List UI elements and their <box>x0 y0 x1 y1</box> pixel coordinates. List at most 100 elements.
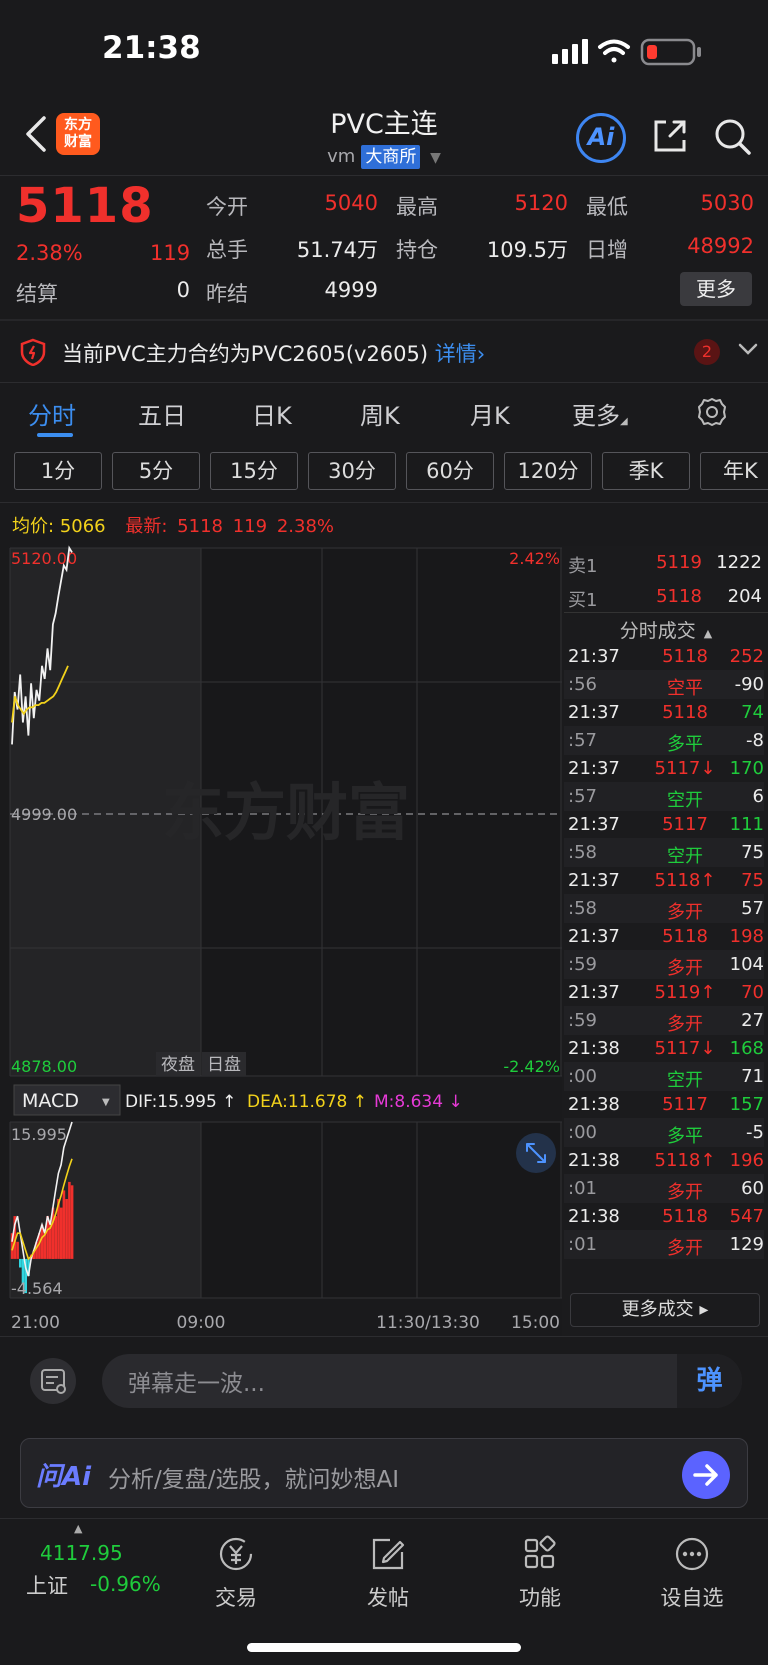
notice-details-link[interactable]: 详情› <box>435 342 485 366</box>
open-interest-value: 109.5万 <box>486 238 568 262</box>
ask1-label: 卖1 <box>568 556 598 577</box>
avg-price-label: 均价: <box>12 516 55 537</box>
macd-bar <box>43 1233 47 1259</box>
ask-ai-send-button[interactable] <box>682 1451 730 1499</box>
tick-time: :57 <box>568 730 597 751</box>
prev-settle-label: 昨结 <box>206 282 248 306</box>
tick-time: 21:37 <box>568 646 620 667</box>
tick-price: 多开 <box>667 958 703 979</box>
nav-features[interactable]: 功能 <box>490 1534 590 1612</box>
ask-ai-placeholder: 分析/复盘/选股，就问妙想AI <box>108 1467 400 1493</box>
search-icon[interactable] <box>712 116 752 156</box>
latest-change: 119 <box>232 516 268 537</box>
danmaku-settings-button[interactable] <box>30 1358 76 1404</box>
more-trades-button[interactable]: 更多成交 ▸ <box>570 1293 760 1327</box>
index-name[interactable]: 上证 <box>26 1570 68 1600</box>
volume-label: 总手 <box>206 238 248 262</box>
tick-row: :00 空开 71 <box>564 1062 764 1091</box>
tab-1min[interactable]: 1分 <box>14 452 102 490</box>
tick-volume: 27 <box>741 1010 764 1031</box>
tick-time: :57 <box>568 786 597 807</box>
ticks-title-label: 分时成交 <box>619 620 696 642</box>
tick-row: :57 多平 -8 <box>564 726 764 755</box>
settings-gear-icon[interactable] <box>696 396 728 428</box>
ai-button[interactable]: Ai <box>576 113 626 163</box>
tab-year-k[interactable]: 年K <box>700 452 768 490</box>
tab-5min[interactable]: 5分 <box>112 452 200 490</box>
share-icon[interactable] <box>650 116 690 156</box>
tab-daily-k[interactable]: 日K <box>252 396 292 431</box>
tab-monthly-k[interactable]: 月K <box>470 396 510 431</box>
tick-row: 21:37 5118↑ 75 <box>564 866 764 895</box>
low-value: 5030 <box>700 191 754 215</box>
tab-60min[interactable]: 60分 <box>406 452 494 490</box>
tab-120min[interactable]: 120分 <box>504 452 592 490</box>
tick-volume: 170 <box>729 758 764 779</box>
nav-watchlist[interactable]: 设自选 <box>642 1534 742 1612</box>
nav-trade-label: 交易 <box>215 1586 257 1610</box>
tick-price: 5118↑ <box>654 870 716 891</box>
more-dots-icon <box>675 1537 709 1571</box>
chevron-down-icon[interactable] <box>738 342 758 356</box>
tick-row: :57 空开 6 <box>564 782 764 811</box>
macd-bar <box>19 1258 22 1268</box>
latest-value: 5118 <box>177 516 223 537</box>
tab-30min[interactable]: 30分 <box>308 452 396 490</box>
settle-label: 结算 <box>16 282 58 306</box>
tick-row: 21:38 5118↑ 196 <box>564 1146 764 1175</box>
tick-row: 21:38 5117 157 <box>564 1090 764 1119</box>
tick-price: 5117 <box>662 1094 708 1115</box>
tick-volume: 6 <box>752 786 764 807</box>
more-quote-button[interactable]: 更多 <box>680 272 752 306</box>
tick-row: 21:37 5119↑ 70 <box>564 978 764 1007</box>
orderbook-divider <box>564 612 768 613</box>
tick-volume: -90 <box>734 674 764 695</box>
tick-price: 5117↓ <box>654 1038 716 1059</box>
trade-yuan-icon <box>219 1537 253 1571</box>
tick-time: 21:37 <box>568 926 620 947</box>
volume-value: 51.74万 <box>296 238 378 262</box>
tick-price: 多平 <box>667 734 703 755</box>
tick-row: :58 多开 57 <box>564 894 764 923</box>
tab-five-day[interactable]: 五日 <box>138 396 186 431</box>
daily-increase-value: 48992 <box>687 234 754 258</box>
high-label: 最高 <box>396 195 438 219</box>
tick-time: :56 <box>568 674 597 695</box>
tick-volume: 74 <box>741 702 764 723</box>
m-label: M:8.634 ↓ <box>374 1092 463 1112</box>
axis-bottom-label: 4878.00 <box>11 1057 77 1076</box>
ticks-title[interactable]: 分时成交 ▲ <box>564 616 768 643</box>
macd-night-shade <box>10 1122 201 1298</box>
ask1-qty: 1222 <box>716 552 762 573</box>
tab-intraday[interactable]: 分时 <box>28 396 76 431</box>
tab-quarter-k[interactable]: 季K <box>602 452 690 490</box>
macd-axis-bottom: -4.564 <box>11 1279 63 1298</box>
tab-more[interactable]: 更多◢ <box>572 396 628 431</box>
tick-price: 多开 <box>667 902 703 923</box>
macd-axis-top: 15.995 <box>11 1125 67 1144</box>
exchange-badge: 大商所 <box>361 145 421 169</box>
tick-price: 多开 <box>667 1238 703 1259</box>
notice-message: 当前PVC主力合约为PVC2605(v2605) <box>62 342 429 366</box>
index-value[interactable]: 4117.95 <box>40 1541 123 1565</box>
tick-row: :01 多开 129 <box>564 1230 764 1259</box>
index-caret-up-icon: ▲ <box>74 1522 83 1535</box>
tick-price: 5117 <box>662 814 708 835</box>
tick-time: :01 <box>568 1234 597 1255</box>
tick-price: 多平 <box>667 1126 703 1147</box>
danmaku-send-button[interactable]: 弹 <box>677 1354 742 1408</box>
tick-row: 21:38 5118 547 <box>564 1202 764 1231</box>
tab-15min[interactable]: 15分 <box>210 452 298 490</box>
change-amount: 119 <box>150 241 191 265</box>
intraday-chart[interactable]: 东方财富 5120.00 4999.00 4878.00 2.42% -2.42… <box>0 544 562 1334</box>
nav-watchlist-label: 设自选 <box>660 1586 724 1610</box>
tick-price: 空开 <box>667 790 703 811</box>
tick-row: 21:37 5118 74 <box>564 698 764 727</box>
tick-price: 空开 <box>667 1070 703 1091</box>
nav-trade[interactable]: 交易 <box>186 1534 286 1612</box>
macd-bar <box>54 1216 57 1259</box>
macd-bar <box>70 1185 74 1259</box>
nav-post[interactable]: 发帖 <box>338 1534 438 1612</box>
tab-weekly-k[interactable]: 周K <box>360 396 400 431</box>
ticks-list[interactable]: 21:37 5118 252:56 空平 -90 21:37 5118 74:57 多平 -8 21… <box>564 642 764 1282</box>
